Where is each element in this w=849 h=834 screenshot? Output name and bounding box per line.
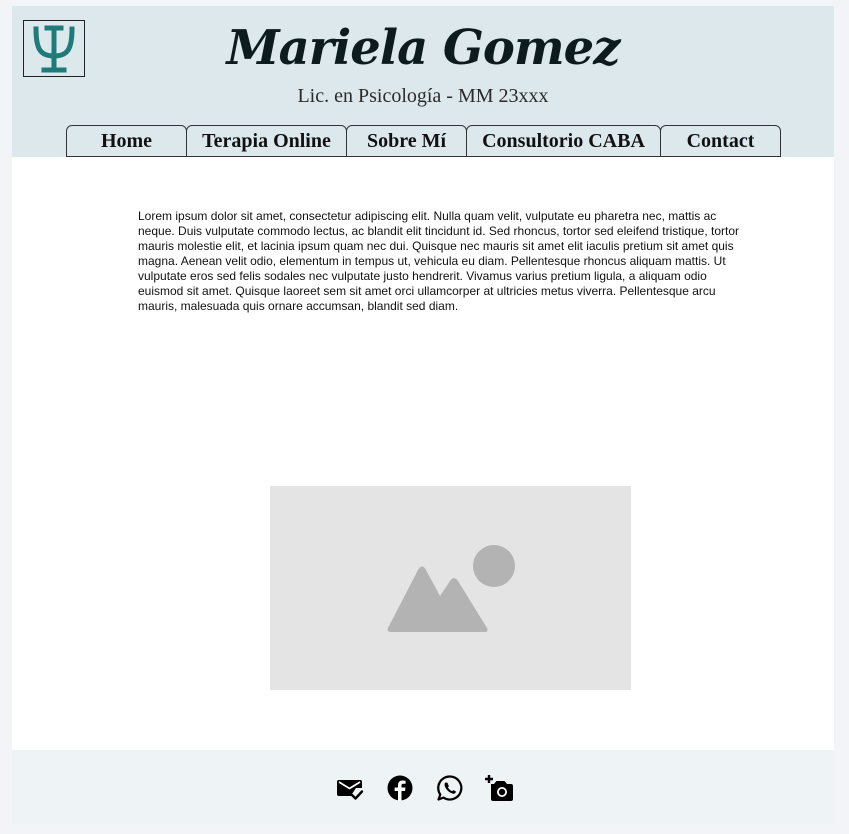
brand-subtitle: Lic. en Psicología - MM 23xxx [297, 85, 549, 107]
brand-name: Mariela Gomez [226, 20, 621, 76]
site-header: Mariela Gomez Lic. en Psicología - MM 23… [12, 6, 834, 157]
site-footer [12, 750, 834, 824]
nav-home[interactable]: Home [66, 125, 187, 157]
whatsapp-button[interactable] [432, 770, 468, 806]
nav-sobre-mi[interactable]: Sobre Mí [346, 125, 467, 157]
page: Mariela Gomez Lic. en Psicología - MM 23… [12, 6, 834, 824]
nav-consultorio-caba[interactable]: Consultorio CABA [466, 125, 661, 157]
social-links [332, 770, 518, 806]
image-placeholder-icon [387, 545, 515, 632]
main-nav: Home Terapia Online Sobre Mí Consultorio… [66, 125, 781, 157]
whatsapp-icon [437, 775, 463, 801]
email-button[interactable] [332, 770, 368, 806]
nav-terapia-online[interactable]: Terapia Online [186, 125, 347, 157]
facebook-icon [387, 775, 413, 801]
image-placeholder [270, 486, 631, 690]
facebook-button[interactable] [382, 770, 418, 806]
email-check-icon [337, 780, 364, 800]
add-camera-icon [485, 775, 513, 801]
intro-paragraph: Lorem ipsum dolor sit amet, consectetur … [138, 209, 739, 313]
instagram-button[interactable] [482, 770, 518, 806]
nav-contact[interactable]: Contact [660, 125, 781, 157]
